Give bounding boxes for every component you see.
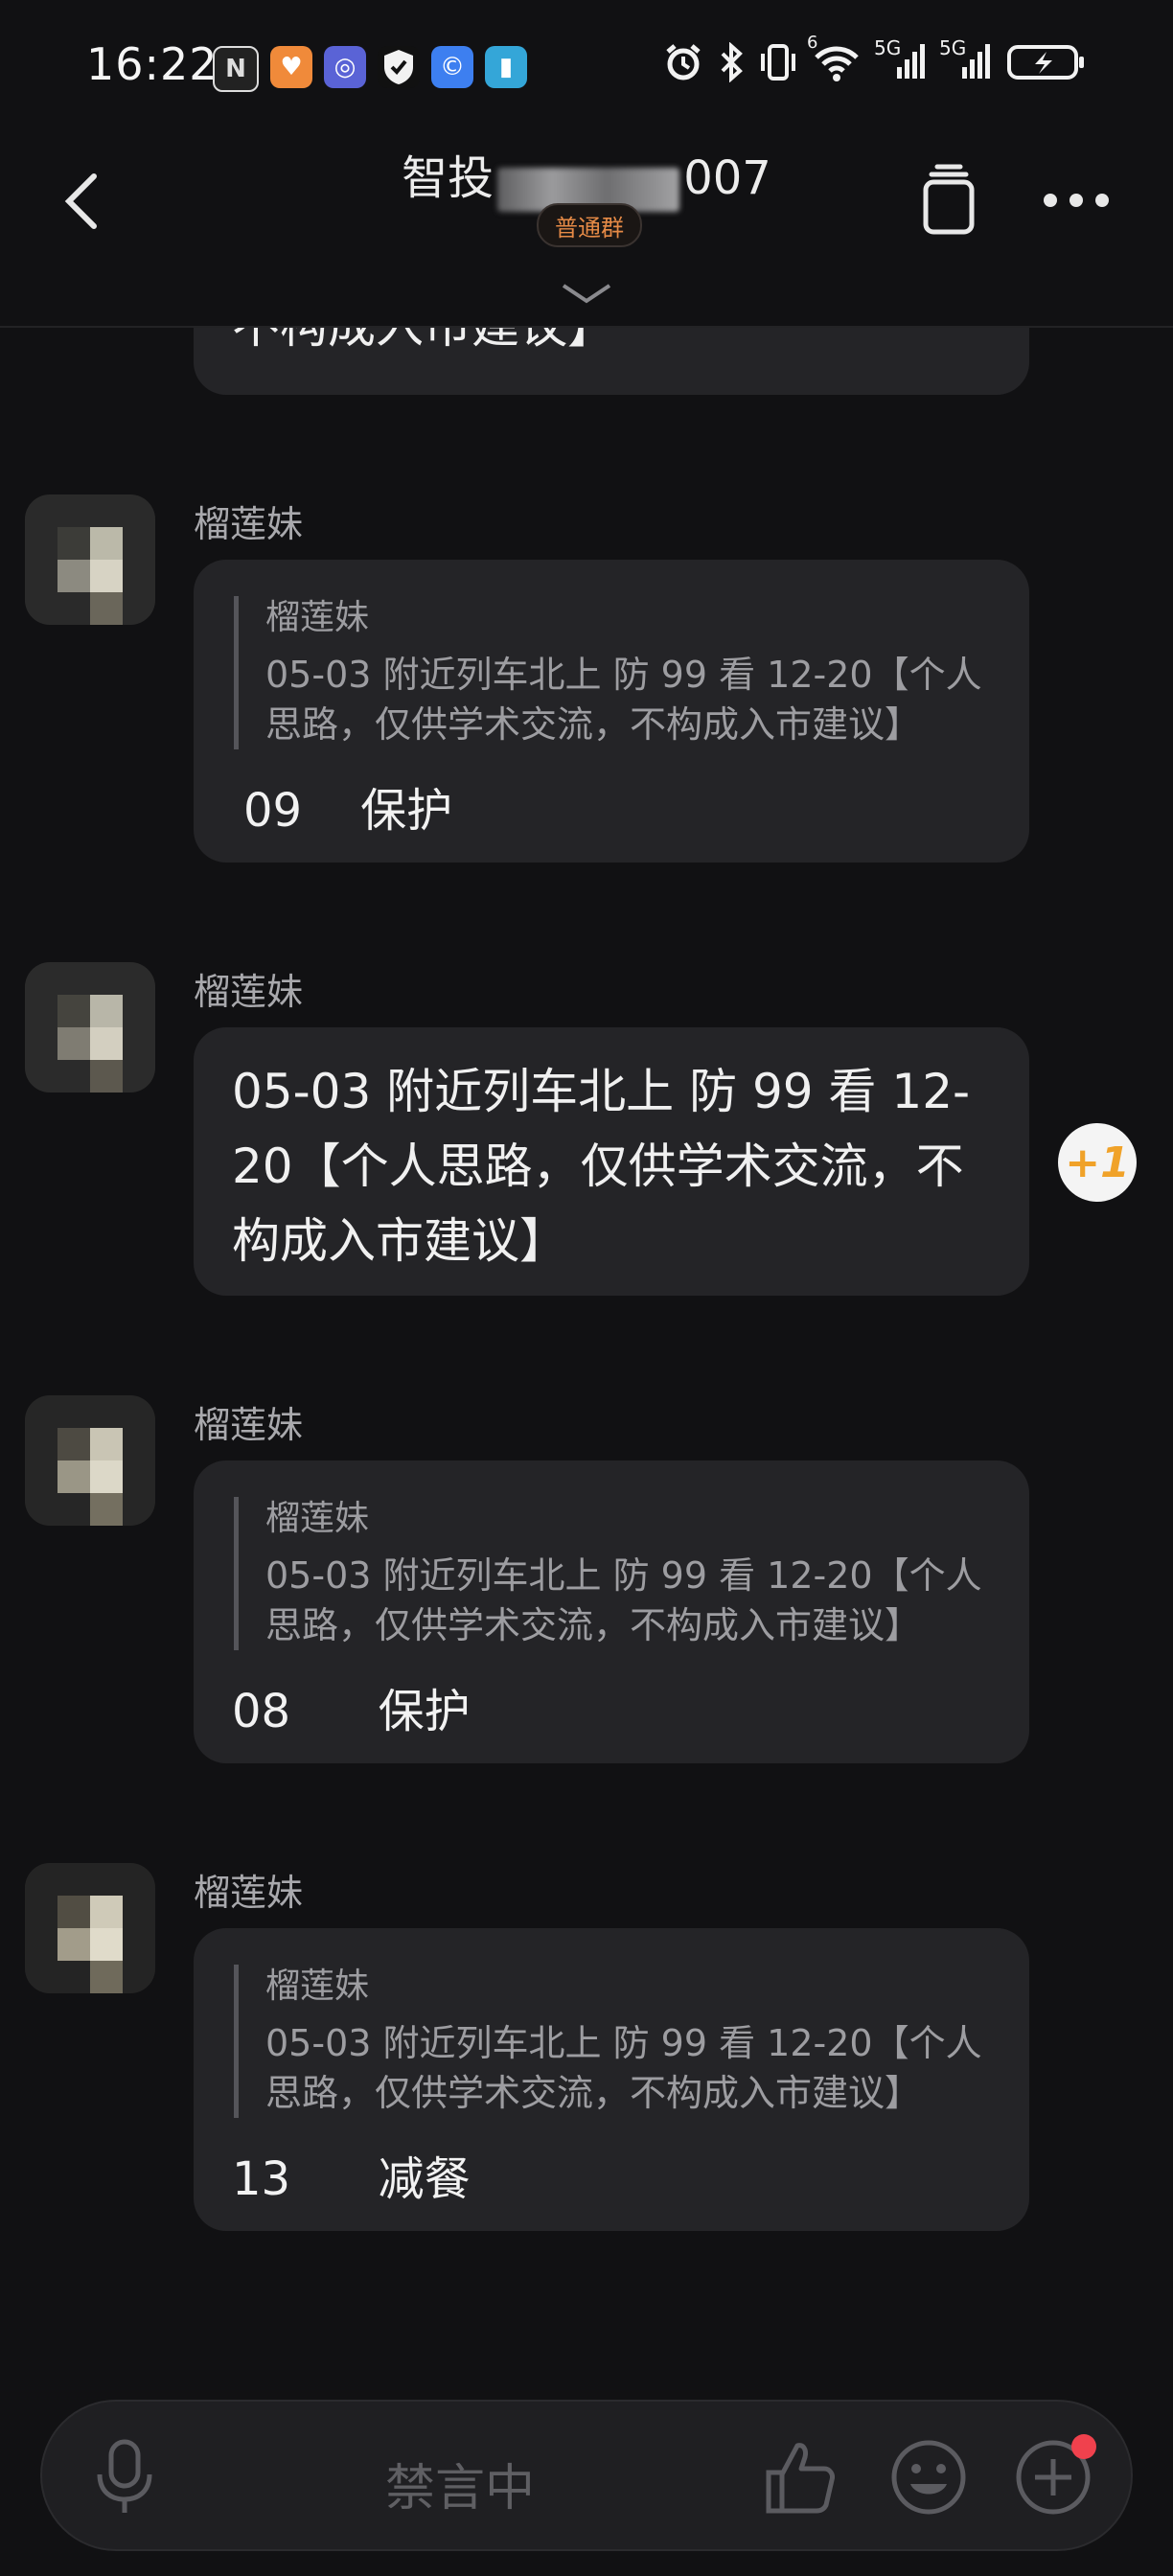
sender-name[interactable]: 榴莲妹 (194, 962, 303, 1015)
avatar-pixel (90, 1428, 123, 1460)
input-bar: 禁言中 (40, 2400, 1133, 2551)
quoted-sender: 榴莲妹 (265, 1966, 370, 2006)
more-button[interactable] (1041, 190, 1112, 211)
quoted-text: 05-03 附近列车北上 防 99 看 12-20【个人思路，仅供学术交流，不构… (265, 654, 982, 746)
avatar-pixel (58, 1896, 90, 1928)
chevron-down-icon (562, 284, 611, 304)
status-bar: 16:22 N ♥ ◎ © ▮ 6 5G 5G (0, 0, 1173, 134)
sender-name[interactable]: 榴莲妹 (194, 494, 303, 547)
avatar-pixel (90, 560, 123, 592)
quoted-text: 05-03 附近列车北上 防 99 看 12-20【个人思路，仅供学术交流，不构… (265, 1554, 982, 1646)
notification-dot (1071, 2434, 1096, 2459)
group-type-badge: 普通群 (537, 203, 642, 247)
avatar-pixel (90, 1928, 123, 1961)
signal-icon-2: 5G (939, 36, 991, 82)
sender-name[interactable]: 榴莲妹 (194, 1395, 303, 1448)
message-bubble[interactable]: 榴莲妹 05-03 附近列车北上 防 99 看 12-20【个人思路，仅供学术交… (194, 560, 1029, 862)
plus-one-button[interactable]: +1 (1058, 1123, 1137, 1202)
status-time: 16:22 (86, 38, 218, 90)
shield-app-icon (378, 46, 420, 88)
avatar-pixel (58, 995, 90, 1027)
message-list[interactable]: 不构成入市建议】 榴莲妹 榴莲妹 05-03 附近列车北上 防 99 看 12-… (0, 288, 1173, 2386)
system-icons: 6 5G 5G (663, 33, 1087, 82)
avatar-pixel (90, 1493, 123, 1526)
c-app-icon: © (431, 46, 473, 88)
quoted-message[interactable]: 榴莲妹 05-03 附近列车北上 防 99 看 12-20【个人思路，仅供学术交… (234, 1497, 1000, 1650)
heart-app-icon: ♥ (270, 46, 312, 88)
avatar-pixel (58, 1428, 90, 1460)
chat-title[interactable]: 智投 007 (0, 140, 1173, 212)
avatar-pixel (90, 1460, 123, 1493)
quoted-text: 05-03 附近列车北上 防 99 看 12-20【个人思路，仅供学术交流，不构… (265, 2022, 982, 2114)
message-bubble[interactable]: 榴莲妹 05-03 附近列车北上 防 99 看 12-20【个人思路，仅供学术交… (194, 1928, 1029, 2231)
avatar-pixel (90, 592, 123, 625)
book-app-icon: ▮ (485, 46, 527, 88)
signal-label-1: 5G (874, 36, 902, 59)
bluetooth-icon (719, 42, 744, 82)
wifi-badge: 6 (807, 33, 818, 53)
message-bubble[interactable]: 05-03 附近列车北上 防 99 看 12-20【个人思路，仅供学术交流，不构… (194, 1027, 1029, 1296)
avatar-pixel (90, 1961, 123, 1993)
signal-icon: 5G (874, 36, 926, 82)
avatar-pixel (90, 527, 123, 560)
quoted-message[interactable]: 榴莲妹 05-03 附近列车北上 防 99 看 12-20【个人思路，仅供学术交… (234, 1965, 1000, 2118)
notification-icons: N ♥ ◎ © ▮ (213, 46, 527, 92)
copy-button[interactable] (920, 161, 978, 238)
expand-button[interactable] (558, 278, 615, 310)
like-button[interactable] (761, 2436, 838, 2522)
chat-header: 智投 007 普通群 (0, 134, 1173, 328)
mic-icon (97, 2439, 152, 2513)
reply-text: 13 减餐 (232, 2152, 471, 2206)
vibrate-icon (759, 42, 797, 82)
reply-text: 08 保护 (232, 1685, 471, 1738)
message-text: 05-03 附近列车北上 防 99 看 12-20【个人思路，仅供学术交流，不构… (232, 1064, 971, 1269)
sender-name[interactable]: 榴莲妹 (194, 1863, 303, 1916)
reply-text: 09 保护 (243, 784, 453, 838)
emoji-icon (891, 2440, 966, 2515)
avatar-pixel (90, 1027, 123, 1060)
thumb-up-icon (766, 2443, 835, 2514)
title-suffix: 007 (683, 151, 771, 205)
avatar-pixel (58, 1460, 90, 1493)
plus-one-label: +1 (1065, 1138, 1130, 1187)
battery-icon (1006, 42, 1087, 82)
avatar-pixel (58, 527, 90, 560)
emoji-button[interactable] (887, 2436, 970, 2522)
avatar-pixel (58, 1928, 90, 1961)
avatar[interactable] (25, 1395, 155, 1526)
alarm-icon (663, 42, 703, 82)
avatar-pixel (90, 1896, 123, 1928)
avatar-pixel (90, 995, 123, 1027)
quoted-message[interactable]: 榴莲妹 05-03 附近列车北上 防 99 看 12-20【个人思路，仅供学术交… (234, 596, 1000, 749)
avatar-pixel (58, 560, 90, 592)
quoted-sender: 榴莲妹 (265, 1499, 370, 1538)
avatar-pixel (90, 1060, 123, 1092)
muted-indicator: 禁言中 (385, 2460, 536, 2518)
copy-icon (923, 164, 975, 235)
nfc-icon: N (213, 46, 259, 92)
voice-button[interactable] (90, 2436, 159, 2522)
avatar-pixel (58, 1027, 90, 1060)
avatar[interactable] (25, 962, 155, 1092)
quoted-sender: 榴莲妹 (265, 598, 370, 637)
title-prefix: 智投 (402, 151, 494, 205)
message-bubble[interactable]: 榴莲妹 05-03 附近列车北上 防 99 看 12-20【个人思路，仅供学术交… (194, 1460, 1029, 1763)
avatar[interactable] (25, 494, 155, 625)
signal-label-2: 5G (939, 36, 967, 59)
more-icon (1044, 194, 1109, 207)
wifi-icon: 6 (807, 33, 861, 82)
browser-app-icon: ◎ (324, 46, 366, 88)
avatar[interactable] (25, 1863, 155, 1993)
